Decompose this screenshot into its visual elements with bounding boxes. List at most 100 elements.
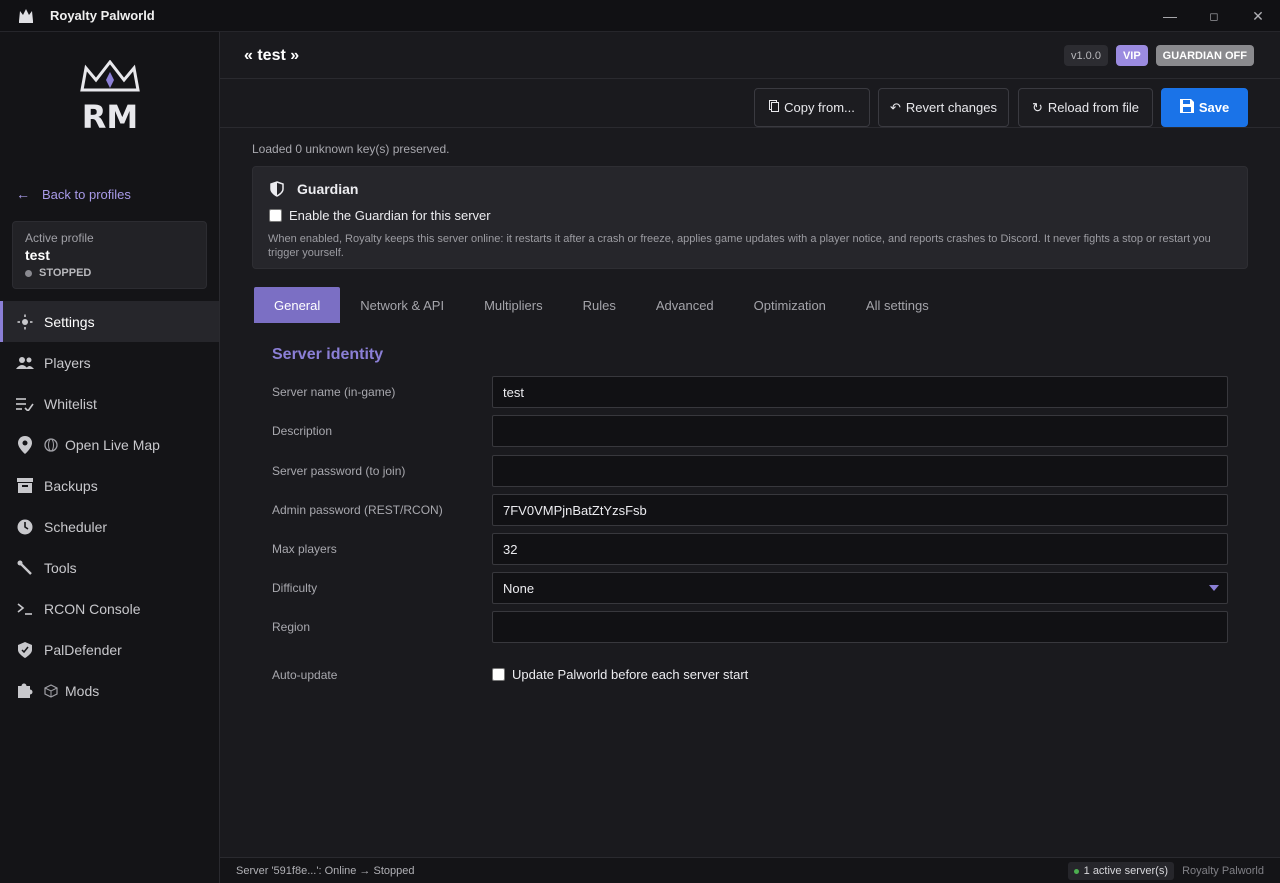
tab-advanced[interactable]: Advanced — [636, 287, 734, 323]
guardian-title-text: Guardian — [297, 181, 359, 197]
revert-changes-button[interactable]: ↶ Revert changes — [878, 88, 1009, 127]
tab-optimization[interactable]: Optimization — [734, 287, 846, 323]
sidebar-item-label: Scheduler — [44, 518, 108, 535]
admin-password-label: Admin password (REST/RCON) — [272, 503, 443, 517]
auto-update-toggle[interactable]: Update Palworld before each server start — [492, 667, 748, 682]
region-input[interactable] — [492, 611, 1228, 643]
guardian-description: When enabled, Royalty keeps this server … — [268, 233, 1211, 259]
cube-icon — [44, 683, 58, 698]
region-row: Region — [272, 611, 1228, 643]
back-to-profiles-link[interactable]: ← Back to profiles — [16, 186, 131, 202]
admin-password-row: Admin password (REST/RCON) 7FV0VMPjnBatZ… — [272, 494, 1228, 526]
enable-guardian-checkbox[interactable] — [269, 209, 282, 222]
page-title: « test » — [244, 47, 300, 64]
main-panel: « test » v1.0.0 VIP GUARDIAN OFF Copy fr… — [220, 32, 1280, 857]
floppy-disk-icon — [1179, 99, 1194, 116]
profile-status-text: STOPPED — [39, 267, 92, 279]
guardian-panel: Guardian Enable the Guardian for this se… — [252, 166, 1248, 269]
sidebar-item-scheduler[interactable]: Scheduler — [0, 506, 219, 547]
sidebar: RM ← Back to profiles Active profile tes… — [0, 32, 220, 883]
server-name-label: Server name (in-game) — [272, 385, 396, 399]
sidebar-item-players[interactable]: Players — [0, 342, 219, 383]
enable-guardian-toggle[interactable]: Enable the Guardian for this server — [269, 208, 491, 223]
sidebar-item-label: Whitelist — [44, 395, 97, 412]
tab-all-settings[interactable]: All settings — [846, 287, 949, 323]
minimize-button[interactable]: — — [1148, 0, 1192, 32]
server-name-input[interactable]: test — [492, 376, 1228, 408]
active-servers-badge: 1 active server(s) — [1067, 862, 1174, 880]
globe-icon — [44, 437, 58, 452]
active-profile-name: test — [25, 247, 50, 263]
app-crown-icon — [17, 7, 35, 25]
description-label: Description — [272, 424, 333, 438]
page-header: « test » v1.0.0 VIP GUARDIAN OFF — [220, 32, 1280, 79]
revert-label: Revert changes — [905, 100, 997, 115]
active-servers-text: 1 active server(s) — [1083, 865, 1168, 877]
settings-tabs: General Network & API Multipliers Rules … — [254, 287, 949, 323]
sidebar-item-label: Backups — [44, 477, 98, 494]
maximize-button[interactable]: ◻ — [1192, 0, 1236, 32]
server-password-label: Server password (to join) — [272, 464, 406, 478]
auto-update-row: Auto-update Update Palworld before each … — [272, 659, 1228, 691]
loaded-keys-note: Loaded 0 unknown key(s) preserved. — [252, 142, 450, 156]
max-players-row: Max players 32 — [272, 533, 1228, 565]
sidebar-nav: Settings Players Whitelist Open Live Map… — [0, 301, 219, 711]
copy-from-label: Copy from... — [784, 100, 855, 115]
arrow-left-icon: ← — [16, 186, 30, 202]
toolbar: Copy from... ↶ Revert changes ↻ Reload f… — [220, 80, 1280, 128]
tab-rules[interactable]: Rules — [563, 287, 636, 323]
rm-logo: RM — [72, 59, 148, 136]
section-title: Server identity — [272, 346, 384, 363]
admin-password-input[interactable]: 7FV0VMPjnBatZtYzsFsb — [492, 494, 1228, 526]
tab-general[interactable]: General — [254, 287, 341, 323]
undo-icon: ↶ — [890, 99, 901, 115]
gear-icon — [16, 313, 34, 331]
description-input[interactable] — [492, 415, 1228, 447]
max-players-input[interactable]: 32 — [492, 533, 1228, 565]
sidebar-item-label: Tools — [44, 559, 77, 576]
tab-network-api[interactable]: Network & API — [340, 287, 464, 323]
sidebar-item-whitelist[interactable]: Whitelist — [0, 383, 219, 424]
reload-from-file-button[interactable]: ↻ Reload from file — [1018, 88, 1153, 127]
version-badge: v1.0.0 — [1063, 45, 1108, 66]
sidebar-item-label: Open Live Map — [65, 436, 160, 453]
difficulty-row: Difficulty None — [272, 572, 1228, 604]
title-bar: Royalty Palworld — ◻ ✕ — [0, 0, 1280, 32]
back-label: Back to profiles — [42, 186, 131, 202]
sidebar-item-tools[interactable]: Tools — [0, 547, 219, 588]
sidebar-item-open-live-map[interactable]: Open Live Map — [0, 424, 219, 465]
max-players-label: Max players — [272, 542, 337, 556]
difficulty-label: Difficulty — [272, 581, 318, 595]
sidebar-item-settings[interactable]: Settings — [0, 301, 219, 342]
auto-update-checkbox-label: Update Palworld before each server start — [512, 667, 749, 682]
auto-update-checkbox[interactable] — [492, 668, 505, 681]
auto-update-label: Auto-update — [272, 668, 338, 682]
save-button[interactable]: Save — [1161, 88, 1248, 127]
status-brand: Royalty Palworld — [1182, 865, 1264, 877]
save-label: Save — [1198, 100, 1230, 115]
active-profile-label: Active profile — [25, 231, 94, 245]
sidebar-item-label: Players — [44, 354, 91, 371]
sidebar-item-mods[interactable]: Mods — [0, 670, 219, 711]
server-password-input[interactable] — [492, 455, 1228, 487]
region-label: Region — [272, 620, 311, 634]
status-bar: Server '591f8e...': Online → Stopped 1 a… — [220, 857, 1280, 883]
difficulty-select[interactable]: None — [492, 572, 1228, 604]
sidebar-item-rcon-console[interactable]: RCON Console — [0, 588, 219, 629]
sidebar-item-label: RCON Console — [44, 600, 141, 617]
guardian-status-badge: GUARDIAN OFF — [1155, 45, 1254, 66]
sidebar-item-label: PalDefender — [44, 641, 122, 658]
server-password-row: Server password (to join) — [272, 455, 1228, 487]
tab-multipliers[interactable]: Multipliers — [464, 287, 563, 323]
sidebar-item-paldefender[interactable]: PalDefender — [0, 629, 219, 670]
sidebar-item-label: Mods — [65, 682, 100, 699]
shield-icon — [16, 641, 34, 659]
puzzle-icon — [16, 682, 34, 700]
copy-from-button[interactable]: Copy from... — [754, 88, 870, 127]
close-button[interactable]: ✕ — [1236, 0, 1280, 32]
sidebar-item-backups[interactable]: Backups — [0, 465, 219, 506]
svg-text:RM: RM — [82, 98, 138, 136]
description-row: Description — [272, 415, 1228, 447]
users-icon — [16, 354, 34, 372]
checklist-icon — [16, 395, 34, 413]
